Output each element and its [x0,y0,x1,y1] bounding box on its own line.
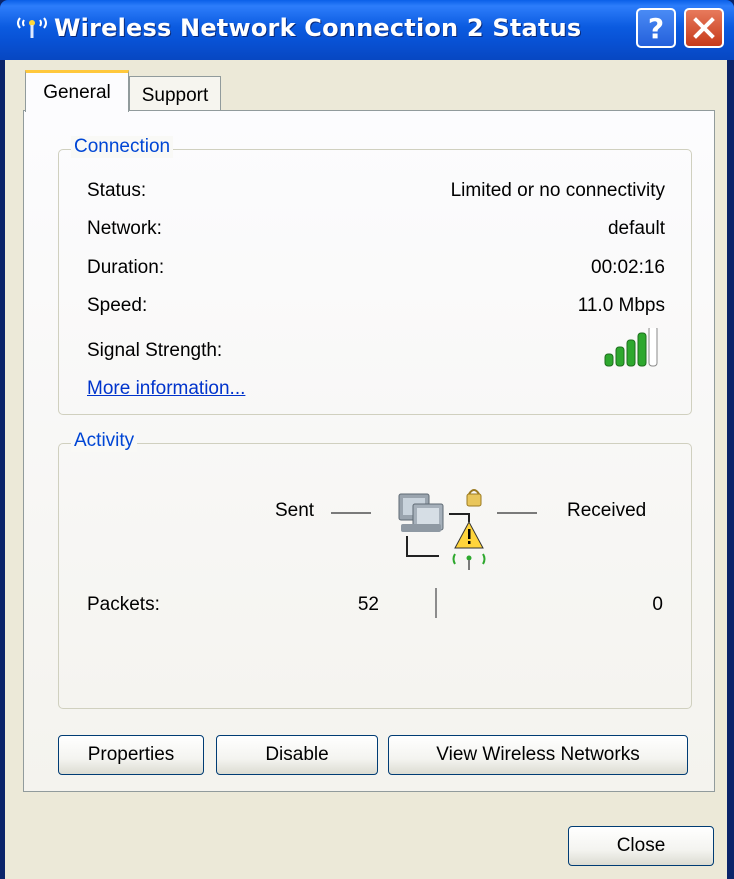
sent-label: Sent [275,500,315,521]
packets-label: Packets: [87,594,160,615]
title-close-button[interactable] [684,8,724,48]
received-dash [497,512,537,514]
sent-dash [331,512,371,514]
signal-bar [648,328,658,367]
close-button[interactable]: Close [568,826,714,866]
activity-legend: Activity [71,430,138,452]
speed-value: 11.0 Mbps [577,295,665,316]
network-label: Network: [87,218,162,239]
more-information-link[interactable]: More information... [87,378,245,400]
packets-divider [435,588,437,618]
signal-bar [637,332,647,367]
activity-group: Activity Sent Received Packets: 52 0 [58,430,692,709]
help-button[interactable]: ? [636,8,676,48]
signal-bar [604,353,614,367]
status-label: Status: [87,180,147,201]
status-value: Limited or no connectivity [450,180,665,201]
signal-strength-icon [604,328,658,367]
connection-group: Connection Status: Limited or no connect… [58,136,692,415]
network-value: default [607,218,665,239]
packets-received-value: 0 [652,594,663,615]
network-warning-icon [398,489,486,570]
signal-bar [626,339,636,367]
close-x-icon [693,17,715,39]
received-label: Received [567,500,647,521]
speed-label: Speed: [87,295,148,316]
tab-general[interactable]: General [25,70,129,112]
tab-general-label: General [43,81,111,103]
disable-button[interactable]: Disable [216,735,378,775]
duration-label: Duration: [87,257,165,278]
window-title: Wireless Network Connection 2 Status [54,14,582,42]
duration-value: 00:02:16 [591,257,665,278]
general-tab-panel: Connection Status: Limited or no connect… [23,110,715,792]
dialog-body: General Support Connection Status: Limit… [5,60,727,879]
wireless-connection-icon [17,17,47,38]
help-icon: ? [647,11,665,45]
signal-bar [615,346,625,367]
tab-support[interactable]: Support [129,76,221,114]
title-bar[interactable]: Wireless Network Connection 2 Status ? [0,0,734,60]
status-dialog: Wireless Network Connection 2 Status ? G… [0,0,734,879]
packets-sent-value: 52 [357,594,379,615]
signal-strength-label: Signal Strength: [87,340,223,361]
properties-button[interactable]: Properties [58,735,204,775]
view-wireless-networks-button[interactable]: View Wireless Networks [388,735,688,775]
tab-support-label: Support [141,84,209,106]
connection-legend: Connection [71,136,174,158]
